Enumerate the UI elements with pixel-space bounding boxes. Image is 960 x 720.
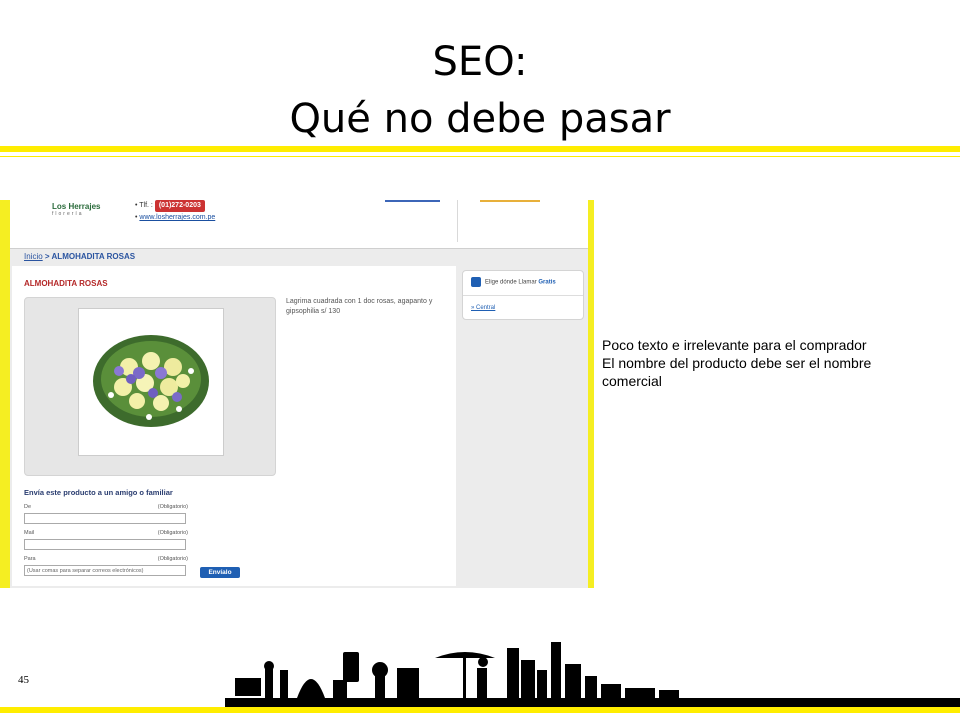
breadcrumb-separator: >: [44, 252, 50, 261]
title-underline-thin: [0, 156, 960, 157]
screenshot-left-border: [0, 200, 10, 588]
site-logo-subtitle: florería: [52, 211, 84, 217]
product-description: Lagrima cuadrada con 1 doc rosas, agapan…: [286, 298, 433, 315]
tel-label: • Tlf. :: [135, 202, 153, 209]
mail-label-text: Mail: [24, 530, 35, 536]
from-label: De (Obligatorio): [24, 504, 188, 510]
from-field[interactable]: [24, 513, 186, 524]
product-title: ALMOHADITA ROSAS: [24, 279, 108, 288]
flower-arrangement-image: [93, 335, 209, 427]
from-required: (Obligatorio): [157, 504, 188, 510]
title-underline: [0, 146, 960, 152]
breadcrumb-home-link[interactable]: Inicio: [24, 252, 43, 261]
to-required: (Obligatorio): [157, 556, 188, 562]
send-button[interactable]: Envíalo: [200, 567, 240, 578]
skyline-illustration: [225, 642, 960, 710]
product-image-box: [24, 297, 276, 476]
page-number: 45: [18, 674, 29, 686]
call-free: Gratis: [538, 279, 556, 286]
note-line-2: El nombre del producto debe ser el nombr…: [602, 355, 872, 389]
site-header: Los Herrajes florería • Tlf. : (01)272-0…: [10, 200, 588, 249]
call-prefix: Elige dónde Llamar: [485, 279, 537, 286]
call-options-box: Elige dónde Llamar Gratis » Central: [462, 270, 584, 320]
product-image[interactable]: [78, 308, 224, 456]
share-form-title: Envía este producto a un amigo o familia…: [24, 488, 173, 497]
phone-number: (01)272-0203: [154, 200, 205, 212]
note-line-1: Poco texto e irrelevante para el comprad…: [602, 337, 867, 353]
site-logo-text: Los Herrajes: [52, 202, 101, 211]
call-options-label[interactable]: Elige dónde Llamar Gratis: [471, 277, 556, 287]
slide-title-line1: SEO:: [432, 39, 528, 85]
slide-note: Poco texto e irrelevante para el comprad…: [602, 336, 932, 390]
to-field[interactable]: (Usar comas para separar correos electró…: [24, 565, 186, 576]
header-top-accent-blue: [385, 200, 440, 202]
to-label-text: Para: [24, 556, 36, 562]
slide-title-line2: Qué no debe pasar: [289, 96, 671, 142]
site-url-link[interactable]: www.losherrajes.com.pe: [139, 214, 215, 221]
screenshot-right-border: [588, 200, 594, 588]
contact-info: • Tlf. : (01)272-0203 • www.losherrajes.…: [135, 200, 216, 221]
bottom-accent-bar: [0, 707, 960, 713]
call-divider: [463, 295, 583, 296]
site-logo[interactable]: Los Herrajes florería: [52, 202, 100, 217]
mail-field[interactable]: [24, 539, 186, 550]
breadcrumb-current: ALMOHADITA ROSAS: [51, 252, 136, 261]
to-label: Para (Obligatorio): [24, 556, 188, 562]
from-label-text: De: [24, 504, 32, 510]
central-link[interactable]: » Central: [471, 305, 495, 311]
website-screenshot: Los Herrajes florería • Tlf. : (01)272-0…: [0, 200, 594, 588]
product-panel: ALMOHADITA ROSAS Lagrima cuadrada con 1 …: [12, 266, 456, 586]
breadcrumb: Inicio > ALMOHADITA ROSAS: [24, 252, 135, 261]
mail-label: Mail (Obligatorio): [24, 530, 188, 536]
header-divider: [457, 200, 458, 242]
mail-required: (Obligatorio): [157, 530, 188, 536]
header-top-accent-gold: [480, 200, 540, 202]
phone-icon: [471, 277, 481, 287]
